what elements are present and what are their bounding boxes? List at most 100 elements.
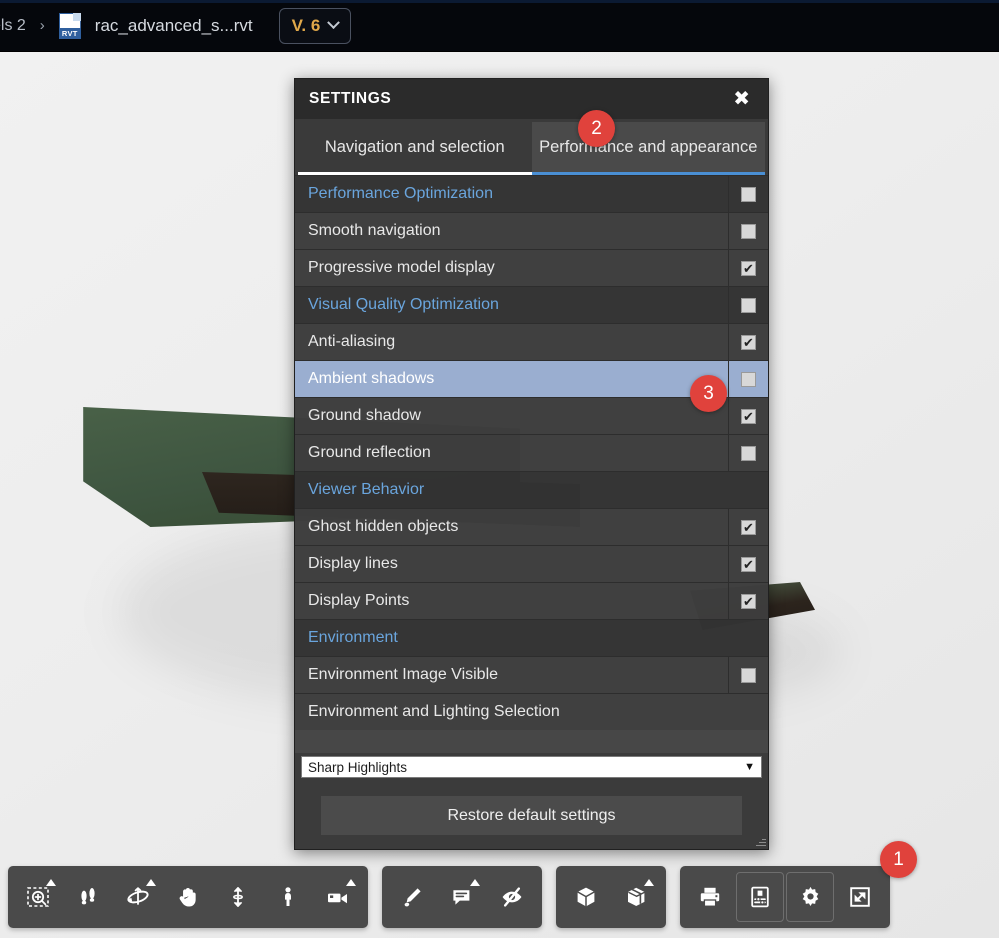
comment-icon (450, 885, 474, 909)
flyout-triangle-icon[interactable] (644, 879, 654, 886)
settings-row-display-lines[interactable]: Display lines ✔ (295, 545, 768, 582)
settings-row-label: Display lines (308, 555, 398, 572)
checkbox-unchecked-icon[interactable] (741, 186, 756, 202)
settings-rows-list: Performance Optimization Smooth navigatio… (295, 175, 768, 753)
settings-row-checkbox-cell (728, 620, 768, 656)
settings-row-checkbox-cell[interactable]: ✔ (728, 583, 768, 619)
settings-row-environment-image-visible[interactable]: Environment Image Visible (295, 656, 768, 693)
settings-row-checkbox-cell[interactable] (728, 287, 768, 323)
environment-select-value: Sharp Highlights (308, 759, 408, 775)
settings-row-display-points[interactable]: Display Points ✔ (295, 582, 768, 619)
tab-label: Navigation and selection (324, 137, 505, 156)
settings-row-ghost-hidden-objects[interactable]: Ghost hidden objects ✔ (295, 508, 768, 545)
settings-row-checkbox-cell[interactable] (728, 435, 768, 471)
settings-row-performance-optimization[interactable]: Performance Optimization (295, 175, 768, 212)
settings-tabs: Navigation and selection Performance and… (295, 119, 768, 175)
settings-row-checkbox-cell[interactable]: ✔ (728, 546, 768, 582)
cube-icon (574, 885, 598, 909)
section-box-icon (624, 885, 649, 909)
annotation-badge-2: 2 (578, 110, 615, 147)
checkbox-checked-icon[interactable]: ✔ (741, 556, 756, 572)
checkbox-checked-icon[interactable]: ✔ (741, 334, 756, 350)
checkbox-checked-icon[interactable]: ✔ (741, 260, 756, 276)
version-selector-button[interactable]: V. 6 (278, 7, 352, 44)
toolbar-fullscreen-expand-button[interactable] (836, 872, 884, 922)
toolbar-print-button[interactable] (686, 872, 734, 922)
settings-row-anti-aliasing[interactable]: Anti-aliasing ✔ (295, 323, 768, 360)
environment-lighting-select[interactable]: Sharp Highlights ▼ (301, 756, 762, 778)
settings-row-ground-reflection[interactable]: Ground reflection (295, 434, 768, 471)
toolbar-hide-eye-button[interactable] (488, 872, 536, 922)
hide-eye-icon (500, 885, 524, 909)
restore-default-settings-button[interactable]: Restore default settings (321, 796, 742, 835)
close-icon[interactable]: ✖ (729, 87, 754, 111)
settings-row-checkbox-cell[interactable] (728, 176, 768, 212)
settings-row-checkbox-cell[interactable] (728, 361, 768, 397)
toolbar-first-person-button[interactable] (264, 872, 312, 922)
toolbar-section-box-button[interactable] (612, 872, 660, 922)
toolbar-zoom-updown-arrow-button[interactable] (214, 872, 262, 922)
flyout-triangle-icon[interactable] (146, 879, 156, 886)
settings-row-label: Display Points (308, 592, 410, 609)
settings-row-label: Viewer Behavior (308, 481, 425, 498)
first-person-icon (276, 885, 300, 909)
toolbar-walk-footsteps-button[interactable] (64, 872, 112, 922)
settings-row-checkbox-cell[interactable]: ✔ (728, 509, 768, 545)
settings-row-checkbox-cell[interactable] (728, 657, 768, 693)
settings-row-label: Visual Quality Optimization (308, 296, 499, 313)
settings-row-label: Environment and Lighting Selection (308, 703, 560, 720)
settings-row-checkbox-cell[interactable]: ✔ (728, 324, 768, 360)
tab-performance-and-appearance[interactable]: Performance and appearance (531, 122, 765, 175)
breadcrumb-filename[interactable]: rac_advanced_s...rvt (95, 16, 253, 36)
pan-hand-icon (176, 885, 200, 909)
rvt-file-icon-label: RVT (58, 27, 81, 39)
settings-row-checkbox-cell (728, 472, 768, 508)
settings-row-viewer-behavior[interactable]: Viewer Behavior (295, 471, 768, 508)
toolbar-camera-button[interactable] (314, 872, 362, 922)
toolbar-cube-button[interactable] (562, 872, 610, 922)
settings-row-environment-and-lighting-selection[interactable]: Environment and Lighting Selection (295, 693, 768, 730)
chevron-down-icon: ▼ (744, 761, 755, 773)
flyout-triangle-icon[interactable] (346, 879, 356, 886)
settings-row-visual-quality-optimization[interactable]: Visual Quality Optimization (295, 286, 768, 323)
toolbar-zoom-window-button[interactable] (14, 872, 62, 922)
settings-gear-icon (798, 885, 823, 910)
checkbox-unchecked-icon[interactable] (741, 445, 756, 461)
checkbox-checked-icon[interactable]: ✔ (741, 408, 756, 424)
toolbar-group-markup-tools (382, 866, 542, 928)
settings-row-checkbox-cell[interactable] (728, 213, 768, 249)
settings-dialog-titlebar: SETTINGS ✖ (295, 79, 768, 119)
toolbar-orbit-button[interactable] (114, 872, 162, 922)
settings-row-label: Ground shadow (308, 407, 421, 424)
checkbox-checked-icon[interactable]: ✔ (741, 519, 756, 535)
settings-row-progressive-model-display[interactable]: Progressive model display ✔ (295, 249, 768, 286)
toolbar-group-model-tools (556, 866, 666, 928)
dialog-resize-handle[interactable] (755, 836, 766, 847)
annotation-badge-3: 3 (690, 375, 727, 412)
orbit-icon (125, 885, 151, 909)
toolbar-settings-gear-button[interactable] (786, 872, 834, 922)
settings-row-label: Environment Image Visible (308, 666, 499, 683)
settings-row-environment[interactable]: Environment (295, 619, 768, 656)
rvt-file-icon: RVT (58, 12, 81, 39)
annotation-badge-1: 1 (880, 841, 917, 878)
checkbox-unchecked-icon[interactable] (741, 667, 756, 683)
flyout-triangle-icon[interactable] (470, 879, 480, 886)
toolbar-comment-button[interactable] (438, 872, 486, 922)
checkbox-checked-icon[interactable]: ✔ (741, 593, 756, 609)
settings-row-checkbox-cell[interactable]: ✔ (728, 250, 768, 286)
checkbox-unchecked-icon[interactable] (741, 371, 756, 387)
tab-label: Performance and appearance (539, 137, 758, 156)
toolbar-pencil-markup-button[interactable] (388, 872, 436, 922)
top-breadcrumb-bar: els 2 › RVT rac_advanced_s...rvt V. 6 (0, 0, 999, 52)
toolbar-pan-hand-button[interactable] (164, 872, 212, 922)
settings-row-checkbox-cell[interactable]: ✔ (728, 398, 768, 434)
settings-row-smooth-navigation[interactable]: Smooth navigation (295, 212, 768, 249)
flyout-triangle-icon[interactable] (46, 879, 56, 886)
checkbox-unchecked-icon[interactable] (741, 297, 756, 313)
checkbox-unchecked-icon[interactable] (741, 223, 756, 239)
zoom-updown-arrow-icon (226, 885, 250, 909)
toolbar-properties-panel-button[interactable] (736, 872, 784, 922)
breadcrumb-folder[interactable]: els 2 (0, 17, 26, 35)
tab-navigation-and-selection[interactable]: Navigation and selection (298, 122, 532, 175)
